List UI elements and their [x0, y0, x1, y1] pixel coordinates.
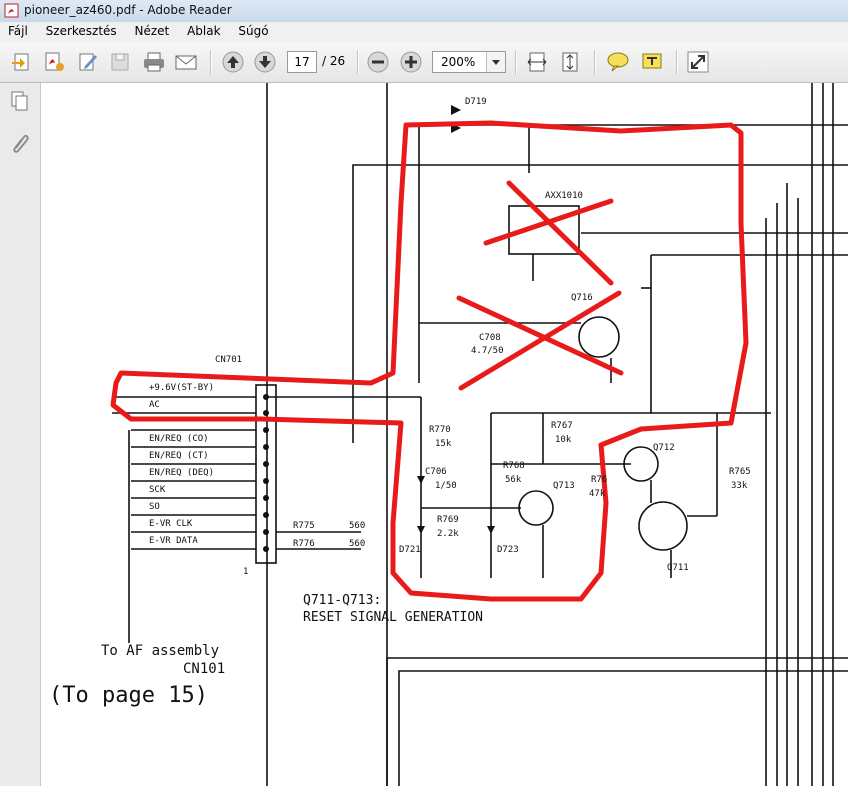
c706-label: C706	[425, 467, 447, 477]
toolbar-separator	[515, 50, 517, 74]
toolbar-separator	[210, 50, 212, 74]
create-pdf-icon[interactable]	[42, 50, 66, 74]
expand-icon[interactable]	[686, 50, 710, 74]
pin-label-9: E-VR CLK	[149, 519, 193, 529]
menu-bar: Fájl Szerkesztés Nézet Ablak Súgó	[0, 22, 848, 42]
previous-page-icon[interactable]	[221, 50, 245, 74]
fit-page-icon[interactable]	[558, 50, 582, 74]
menu-help[interactable]: Súgó	[231, 22, 275, 38]
pin-label-6: EN/REQ (DEQ)	[149, 468, 215, 478]
r775-value: 560	[349, 521, 366, 531]
toolbar-separator	[676, 50, 678, 74]
next-page-icon[interactable]	[253, 50, 277, 74]
connector-label: CN701	[215, 355, 243, 365]
r768-label: R768	[503, 461, 525, 471]
r765-value: 33k	[731, 481, 748, 491]
toolbar: 17 / 26 200%	[0, 42, 848, 83]
page-total: / 26	[322, 54, 346, 68]
caption-reset: RESET SIGNAL GENERATION	[303, 610, 484, 625]
to-page-label: (To page 15)	[49, 683, 208, 708]
pin-label-1: +9.6V(ST-BY)	[149, 383, 215, 393]
navigation-panel	[0, 83, 41, 786]
highlight-icon[interactable]	[640, 50, 664, 74]
toolbar-separator	[357, 50, 359, 74]
to-af-label: To AF assembly	[101, 643, 220, 659]
d719-label: D719	[465, 97, 487, 107]
r766-value: 47k	[589, 489, 606, 499]
document-view[interactable]: CN701 +9.6V(ST-BY) AC EN/REQ (CO) EN/REQ…	[41, 83, 848, 786]
d721-label: D721	[399, 545, 421, 555]
r769-label: R769	[437, 515, 459, 525]
c708-value: 4.7/50	[471, 346, 504, 356]
r766-label: R76	[591, 475, 608, 485]
pin-number: 1	[243, 567, 249, 577]
caption-transistors: Q711-Q713:	[303, 593, 382, 608]
pin-label-4: EN/REQ (CO)	[149, 434, 209, 444]
zoom-value: 200%	[441, 55, 476, 69]
pin-label-5: EN/REQ (CT)	[149, 451, 209, 461]
q716-label: Q716	[571, 293, 593, 303]
comment-icon[interactable]	[606, 50, 630, 74]
pin-label-10: E-VR DATA	[149, 536, 198, 546]
menu-file[interactable]: Fájl	[0, 22, 35, 38]
zoom-in-icon[interactable]	[399, 50, 423, 74]
menu-edit[interactable]: Szerkesztés	[39, 22, 124, 38]
r765-label: R765	[729, 467, 751, 477]
window-title: pioneer_az460.pdf - Adobe Reader	[24, 3, 232, 17]
r776-value: 560	[349, 539, 366, 549]
r768-value: 56k	[505, 475, 522, 485]
attachment-icon[interactable]	[8, 131, 32, 155]
page-number-input[interactable]: 17	[287, 51, 317, 73]
r770-label: R770	[429, 425, 451, 435]
title-bar: pioneer_az460.pdf - Adobe Reader	[0, 0, 848, 23]
q711-label: Q711	[667, 563, 689, 573]
r769-value: 2.2k	[437, 529, 459, 539]
to-af-connector: CN101	[183, 661, 226, 677]
r776-label: R776	[293, 539, 315, 549]
pages-icon[interactable]	[8, 89, 32, 113]
print-icon[interactable]	[142, 50, 166, 74]
axx-label: AXX1010	[545, 191, 583, 201]
r767-value: 10k	[555, 435, 572, 445]
r767-label: R767	[551, 421, 573, 431]
email-icon[interactable]	[174, 50, 198, 74]
menu-window[interactable]: Ablak	[180, 22, 227, 38]
zoom-select[interactable]: 200%	[432, 51, 506, 73]
c706-value: 1/50	[435, 481, 457, 491]
menu-view[interactable]: Nézet	[128, 22, 177, 38]
save-icon[interactable]	[108, 50, 132, 74]
pin-label-8: SO	[149, 502, 160, 512]
r770-value: 15k	[435, 439, 452, 449]
c708-label: C708	[479, 333, 501, 343]
pin-label-2: AC	[149, 400, 160, 410]
fit-width-icon[interactable]	[525, 50, 549, 74]
open-icon[interactable]	[10, 50, 34, 74]
d723-label: D723	[497, 545, 519, 555]
q713-label: Q713	[553, 481, 575, 491]
r775-label: R775	[293, 521, 315, 531]
q712-label: Q712	[653, 443, 675, 453]
pin-label-7: SCK	[149, 485, 166, 495]
chevron-down-icon[interactable]	[486, 52, 505, 72]
adobe-reader-icon	[4, 3, 19, 18]
toolbar-separator	[594, 50, 596, 74]
edit-icon[interactable]	[76, 50, 100, 74]
zoom-out-icon[interactable]	[366, 50, 390, 74]
